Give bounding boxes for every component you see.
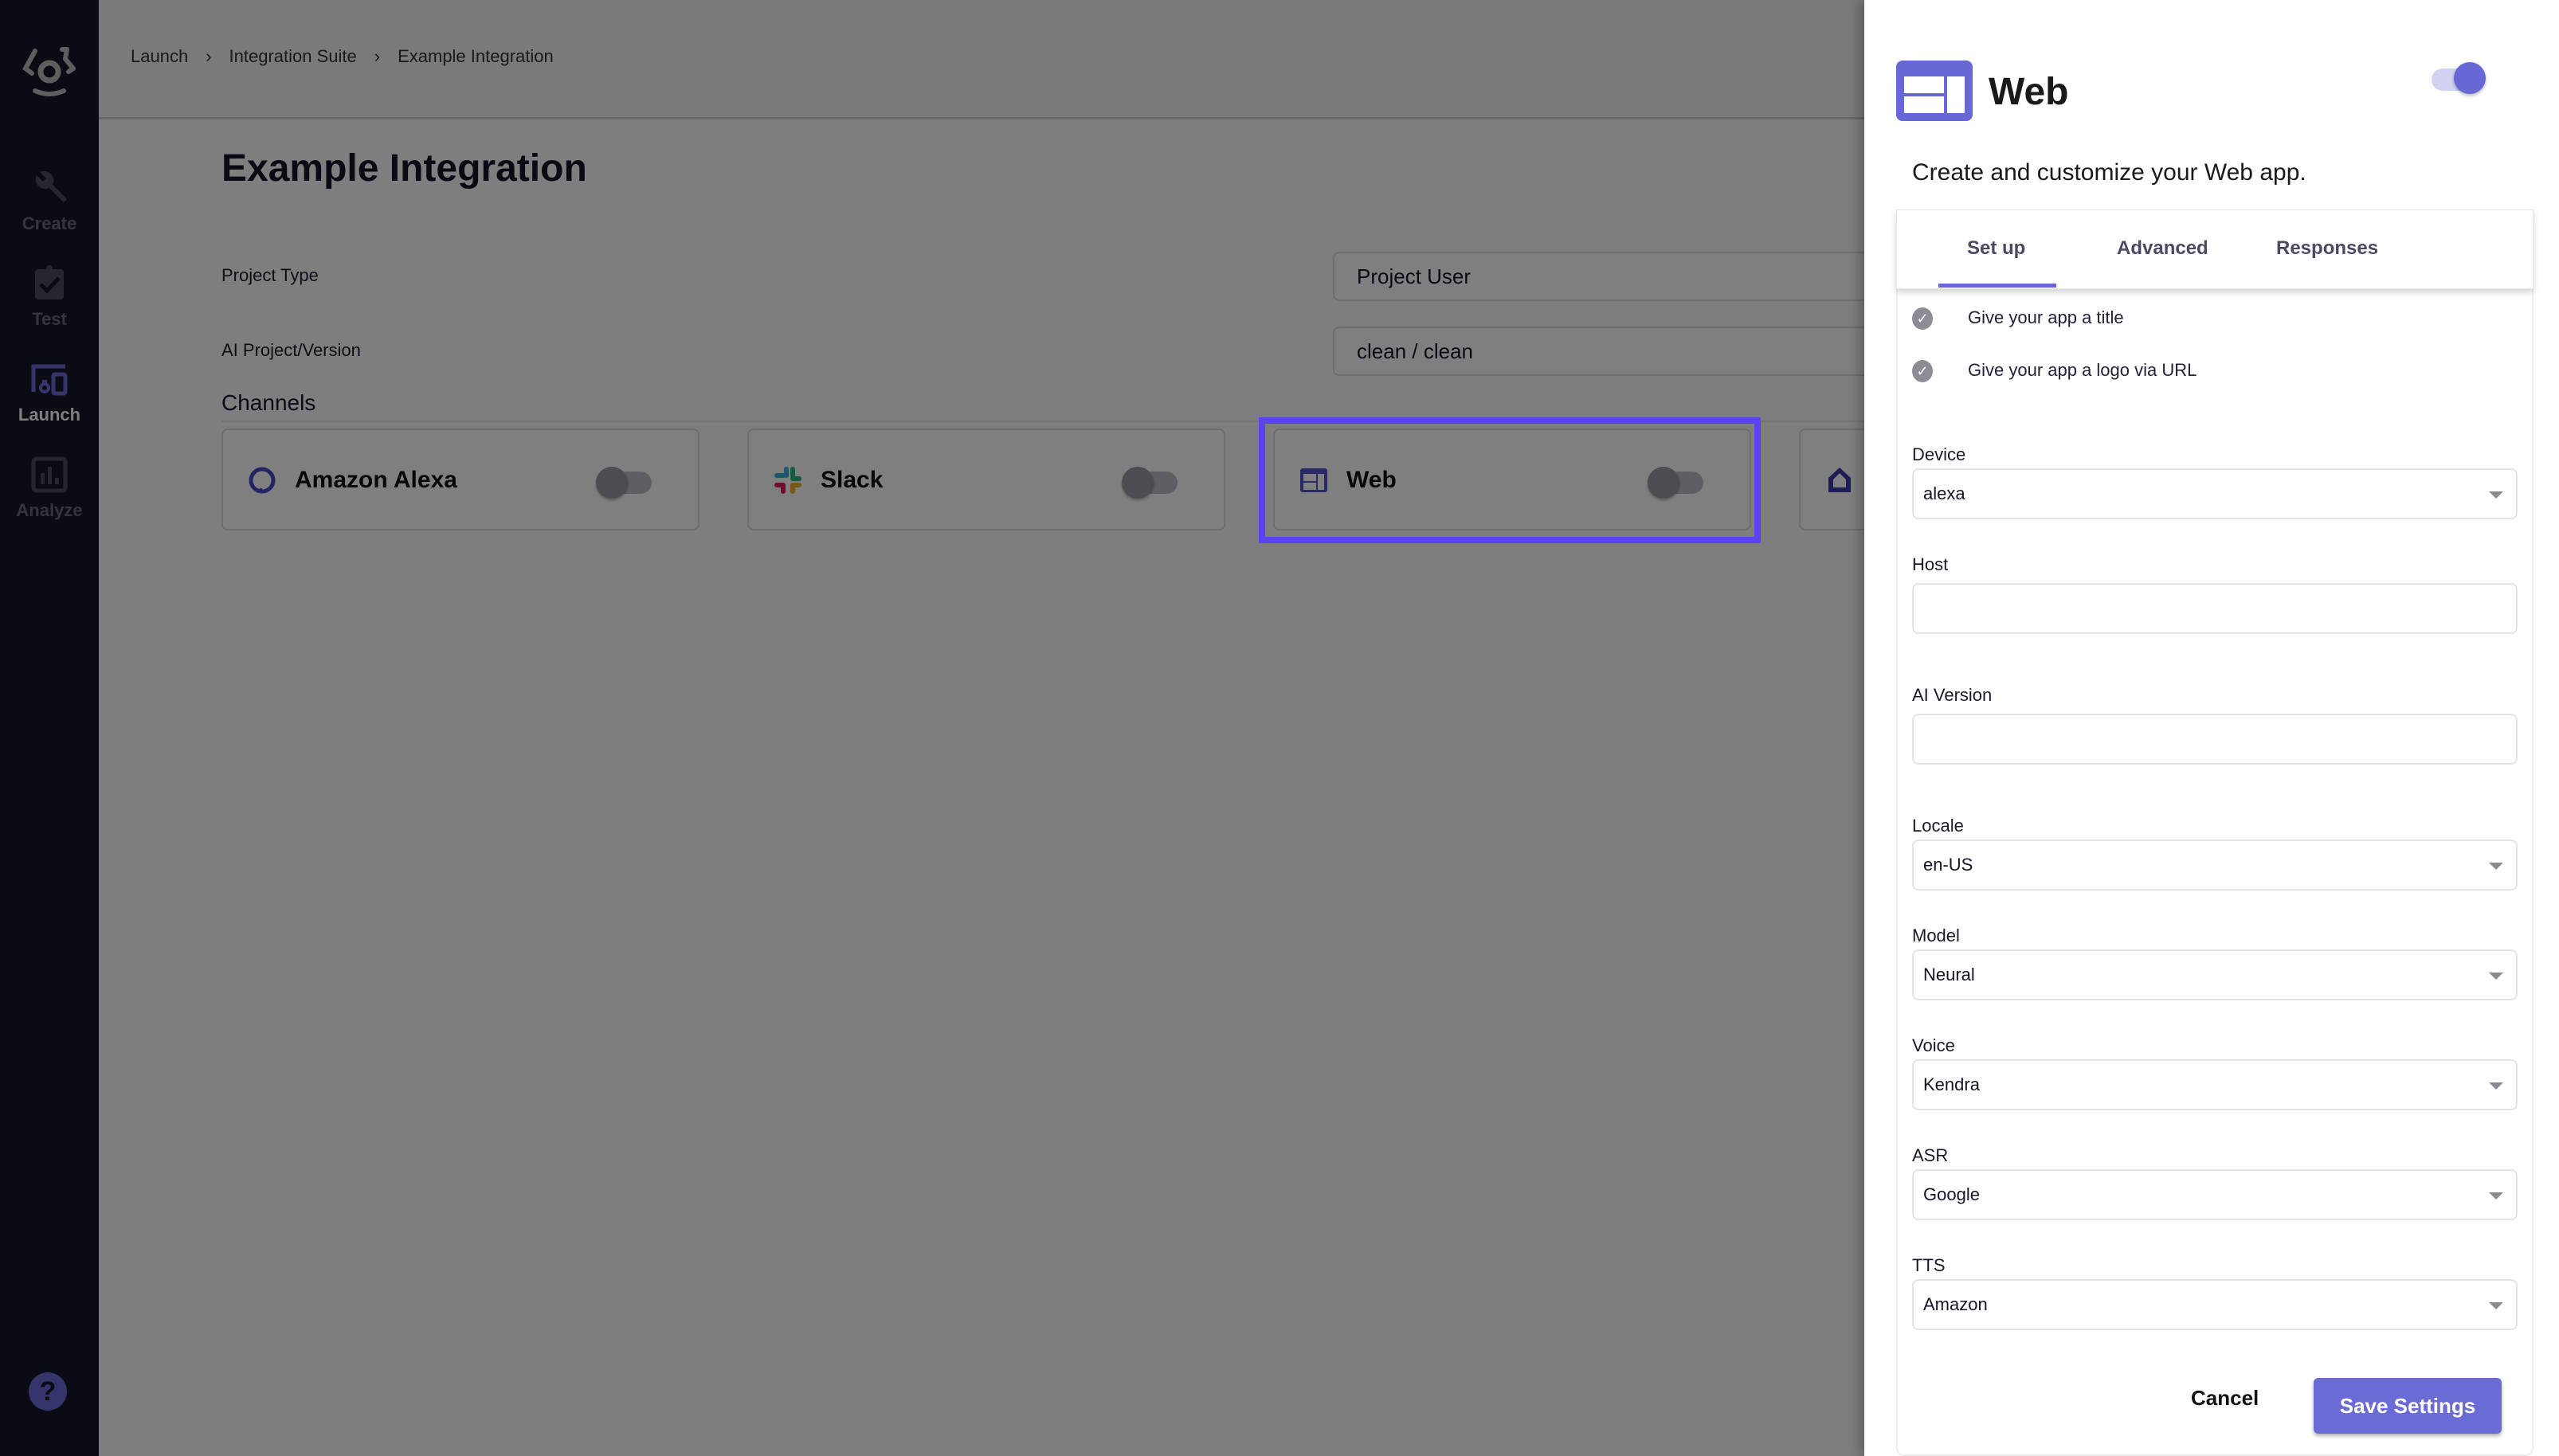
check-circle-icon: ✓ xyxy=(1912,307,1933,330)
dropdown-arrow-icon xyxy=(2489,863,2503,870)
tts-label: TTS xyxy=(1912,1255,1946,1275)
locale-value: en-US xyxy=(1923,855,1973,875)
asr-select[interactable]: Google xyxy=(1912,1169,2518,1220)
tab-advanced[interactable]: Advanced xyxy=(2117,237,2208,260)
tab-responses[interactable]: Responses xyxy=(2276,237,2378,260)
model-value: Neural xyxy=(1923,965,1975,984)
settings-tabs: Set up Advanced Responses xyxy=(1896,209,2534,289)
channel-settings-drawer: Web Create and customize your Web app. S… xyxy=(1864,0,2559,1456)
check-circle-icon: ✓ xyxy=(1912,360,1933,382)
host-label: Host xyxy=(1912,554,1949,574)
asr-value: Google xyxy=(1923,1184,1980,1204)
web-layout-icon xyxy=(1896,61,1973,121)
selected-channel-highlight xyxy=(1259,417,1761,543)
locale-label: Locale xyxy=(1912,816,1964,836)
tts-select[interactable]: Amazon xyxy=(1912,1279,2518,1330)
tts-value: Amazon xyxy=(1923,1294,1988,1314)
drawer-title: Web xyxy=(1989,71,2069,113)
model-label: Model xyxy=(1912,926,1960,945)
dropdown-arrow-icon xyxy=(2489,973,2503,980)
dropdown-arrow-icon xyxy=(2489,1082,2503,1090)
asr-label: ASR xyxy=(1912,1145,1949,1165)
voice-value: Kendra xyxy=(1923,1074,1980,1094)
dropdown-arrow-icon xyxy=(2489,1302,2503,1309)
checklist-label: Give your app a logo via URL xyxy=(1968,360,2197,380)
ai-version-label: AI Version xyxy=(1912,685,1993,705)
ai-version-input[interactable] xyxy=(1912,714,2518,765)
voice-label: Voice xyxy=(1912,1035,1955,1055)
active-tab-indicator xyxy=(1938,284,2056,288)
dropdown-arrow-icon xyxy=(2489,491,2503,499)
model-select[interactable]: Neural xyxy=(1912,949,2518,1000)
channel-enabled-toggle[interactable] xyxy=(2432,62,2489,97)
device-select[interactable]: alexa xyxy=(1912,468,2518,519)
device-label: Device xyxy=(1912,444,1966,464)
toggle-thumb xyxy=(2454,62,2486,94)
modal-backdrop[interactable] xyxy=(0,0,1864,1456)
voice-select[interactable]: Kendra xyxy=(1912,1059,2518,1110)
host-input[interactable] xyxy=(1912,583,2518,634)
drawer-subtitle: Create and customize your Web app. xyxy=(1912,159,2306,186)
checklist-label: Give your app a title xyxy=(1968,307,2124,327)
app-root: Create Test Launch Analyze ? Launch xyxy=(0,0,2559,1456)
save-settings-button[interactable]: Save Settings xyxy=(2314,1378,2502,1434)
cancel-button[interactable]: Cancel xyxy=(2191,1386,2259,1411)
dropdown-arrow-icon xyxy=(2489,1192,2503,1200)
device-value: alexa xyxy=(1923,483,1965,503)
tab-set-up[interactable]: Set up xyxy=(1967,237,2025,260)
locale-select[interactable]: en-US xyxy=(1912,840,2518,890)
